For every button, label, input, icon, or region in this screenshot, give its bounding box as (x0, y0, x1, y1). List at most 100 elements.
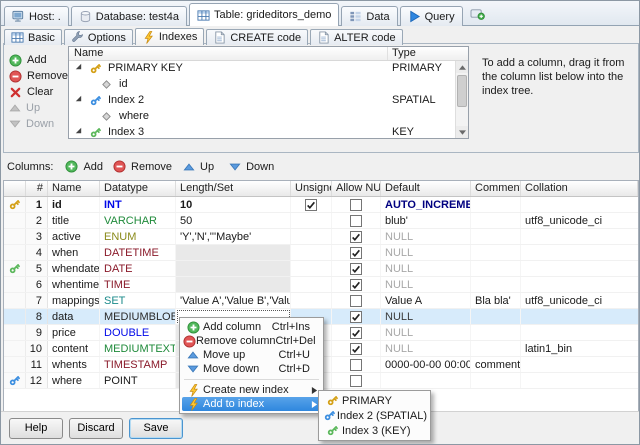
index-tree-row[interactable]: PRIMARY KEYPRIMARY (69, 61, 468, 77)
comment-cell[interactable] (471, 245, 521, 260)
datatype-cell[interactable]: INT (100, 197, 176, 212)
allow-null-checkbox[interactable] (350, 247, 362, 259)
index-remove-button[interactable]: Remove (9, 68, 68, 84)
submenu-item-primary[interactable]: PRIMARY (321, 393, 428, 408)
collation-cell[interactable] (521, 245, 638, 260)
index-clear-button[interactable]: Clear (9, 84, 68, 100)
discard-button[interactable]: Discard (69, 418, 123, 439)
column-name-cell[interactable]: data (48, 309, 100, 324)
tree-expand-icon[interactable] (74, 126, 83, 138)
column-header-name[interactable]: Name (48, 181, 100, 196)
column-header-rowicon[interactable] (4, 181, 26, 196)
column-header-#[interactable]: # (26, 181, 48, 196)
column-header-comment[interactable]: Comment (471, 181, 521, 196)
length-set-cell[interactable]: 'Value A','Value B','Value C' (176, 293, 291, 308)
submenu-item-index-2-spatial-[interactable]: Index 2 (SPATIAL) (321, 408, 428, 423)
length-set-cell[interactable] (176, 261, 291, 276)
length-set-cell[interactable] (176, 245, 291, 260)
column-row-title[interactable]: 2titleVARCHAR50blub'utf8_unicode_ci (4, 213, 638, 229)
index-tree[interactable]: Name Type PRIMARY KEYPRIMARYidIndex 2SPA… (68, 46, 469, 139)
datatype-cell[interactable]: DATE (100, 261, 176, 276)
allow-null-checkbox[interactable] (350, 295, 362, 307)
index-tree-scrollbar[interactable] (455, 61, 468, 138)
allow-null-cell[interactable] (332, 197, 381, 212)
allow-null-checkbox[interactable] (350, 359, 362, 371)
default-cell[interactable]: NULL (381, 309, 471, 324)
tree-expand-icon[interactable] (74, 62, 83, 74)
collation-cell[interactable] (521, 261, 638, 276)
default-cell[interactable] (381, 373, 471, 388)
columns-down-button[interactable]: Down (229, 161, 274, 173)
column-header-unsigned[interactable]: Unsigned (291, 181, 332, 196)
column-header-datatype[interactable]: Datatype (100, 181, 176, 196)
column-row-whendate[interactable]: 5whendateDATENULL (4, 261, 638, 277)
default-cell[interactable]: AUTO_INCREMENT (381, 197, 471, 212)
comment-cell[interactable] (471, 277, 521, 292)
column-name-cell[interactable]: when (48, 245, 100, 260)
menu-item-move-down[interactable]: Move downCtrl+D (182, 362, 321, 376)
comment-cell[interactable] (471, 373, 521, 388)
unsigned-cell[interactable] (291, 197, 332, 212)
sub-tab-alter-code[interactable]: ALTER code (310, 29, 403, 45)
default-cell[interactable]: NULL (381, 341, 471, 356)
scrollbar-up-arrow-icon[interactable] (456, 61, 468, 73)
allow-null-checkbox[interactable] (350, 231, 362, 243)
length-set-cell[interactable] (176, 277, 291, 292)
allow-null-cell[interactable] (332, 325, 381, 340)
menu-item-create-new-index[interactable]: Create new index (182, 383, 321, 397)
collation-cell[interactable] (521, 229, 638, 244)
collation-cell[interactable] (521, 197, 638, 212)
allow-null-checkbox[interactable] (350, 199, 362, 211)
column-row-active[interactable]: 3activeENUM'Y','N','''Maybe'NULL (4, 229, 638, 245)
datatype-cell[interactable]: SET (100, 293, 176, 308)
comment-cell[interactable] (471, 341, 521, 356)
submenu-item-index-3-key-[interactable]: Index 3 (KEY) (321, 423, 428, 438)
allow-null-cell[interactable] (332, 341, 381, 356)
default-cell[interactable]: NULL (381, 325, 471, 340)
comment-cell[interactable] (471, 309, 521, 324)
datatype-cell[interactable]: DOUBLE (100, 325, 176, 340)
default-cell[interactable]: NULL (381, 229, 471, 244)
columns-up-button[interactable]: Up (183, 161, 214, 173)
column-header-allow-null[interactable]: Allow NULL (332, 181, 381, 196)
default-cell[interactable]: 0000-00-00 00:00:00 (381, 357, 471, 372)
default-cell[interactable]: Value A (381, 293, 471, 308)
collation-cell[interactable]: utf8_unicode_ci (521, 213, 638, 228)
column-row-whentime[interactable]: 6whentimeTIMENULL (4, 277, 638, 293)
column-row-mappings[interactable]: 7mappingsSET'Value A','Value B','Value C… (4, 293, 638, 309)
column-header-collation[interactable]: Collation (521, 181, 638, 196)
allow-null-cell[interactable] (332, 373, 381, 388)
sub-tab-indexes[interactable]: Indexes (135, 28, 205, 45)
allow-null-cell[interactable] (332, 309, 381, 324)
unsigned-cell[interactable] (291, 261, 332, 276)
main-tab-host[interactable]: Host: . (4, 6, 69, 26)
default-cell[interactable]: NULL (381, 277, 471, 292)
default-cell[interactable]: NULL (381, 261, 471, 276)
index-tree-row[interactable]: id (69, 77, 468, 93)
menu-item-add-to-index[interactable]: Add to index (182, 397, 321, 411)
collation-cell[interactable] (521, 325, 638, 340)
column-name-cell[interactable]: mappings (48, 293, 100, 308)
allow-null-cell[interactable] (332, 229, 381, 244)
index-add-button[interactable]: Add (9, 52, 68, 68)
index-tree-row[interactable]: where (69, 109, 468, 125)
column-row-when[interactable]: 4whenDATETIMENULL (4, 245, 638, 261)
collation-cell[interactable] (521, 309, 638, 324)
datatype-cell[interactable]: MEDIUMTEXT (100, 341, 176, 356)
comment-cell[interactable] (471, 229, 521, 244)
unsigned-cell[interactable] (291, 213, 332, 228)
menu-item-remove-column[interactable]: Remove columnCtrl+Del (182, 334, 321, 348)
collation-cell[interactable] (521, 357, 638, 372)
comment-cell[interactable] (471, 197, 521, 212)
scrollbar-thumb[interactable] (457, 75, 467, 107)
allow-null-cell[interactable] (332, 261, 381, 276)
unsigned-cell[interactable] (291, 245, 332, 260)
comment-cell[interactable]: Bla bla' (471, 293, 521, 308)
column-name-cell[interactable]: active (48, 229, 100, 244)
index-tree-row[interactable]: Index 3KEY (69, 125, 468, 139)
datatype-cell[interactable]: POINT (100, 373, 176, 388)
datatype-cell[interactable]: DATETIME (100, 245, 176, 260)
menu-item-add-column[interactable]: Add columnCtrl+Ins (182, 320, 321, 334)
comment-cell[interactable] (471, 325, 521, 340)
default-cell[interactable]: NULL (381, 245, 471, 260)
